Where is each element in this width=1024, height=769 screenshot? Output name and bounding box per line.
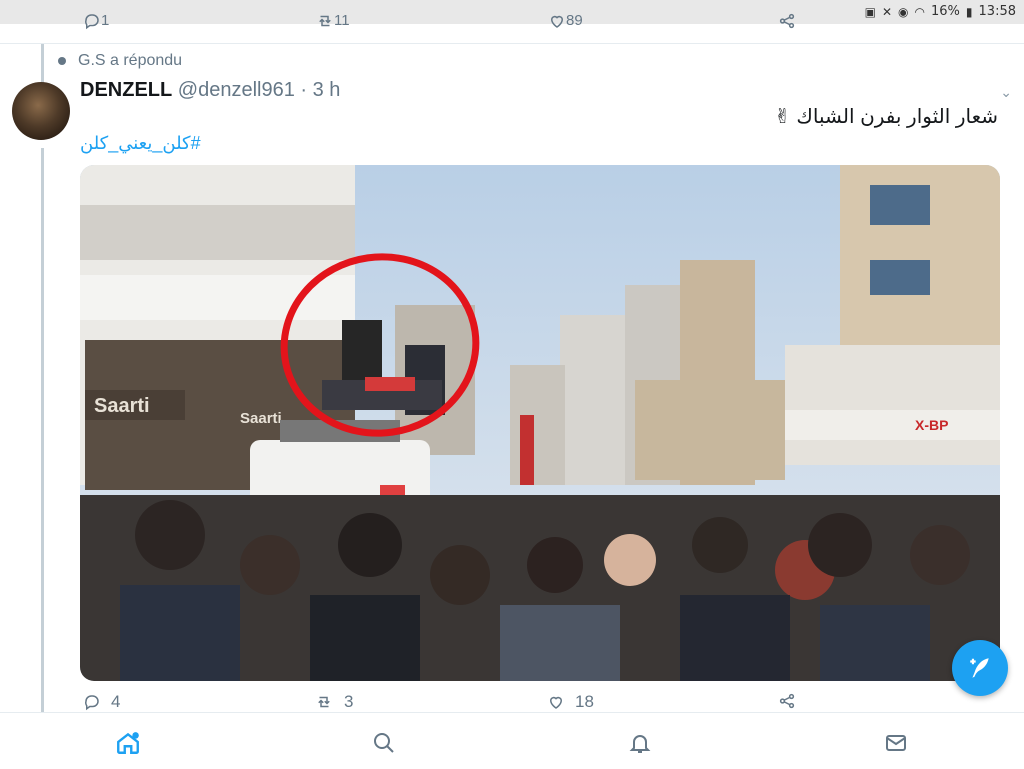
retweet-button[interactable]: 3 [314, 692, 353, 712]
tweet-text: شعار الثوار بفرن الشباك ✌ [774, 106, 998, 128]
prev-like-count: 89 [566, 12, 583, 29]
reply-context-text: G.S a répondu [78, 52, 183, 69]
share-button[interactable] [778, 692, 796, 710]
avatar[interactable] [12, 82, 70, 140]
author-handle[interactable]: @denzell961 [178, 79, 295, 101]
retweet-count: 3 [344, 692, 354, 711]
shop-sign: X-BP [915, 417, 948, 433]
reply-icon [85, 14, 99, 30]
heart-icon [550, 15, 564, 28]
heart-icon [549, 696, 563, 709]
compose-tweet-button[interactable] [952, 640, 1008, 696]
retweet-icon [319, 15, 331, 27]
tweet-photo[interactable]: X-BP Saarti Saarti [80, 165, 1000, 681]
tweet-menu-chevron-down-icon[interactable]: ⌄ [1000, 84, 1012, 101]
thread-line [41, 148, 44, 713]
prev-reply-count: 1 [101, 12, 110, 29]
bottom-nav [0, 712, 1024, 769]
person-icon [58, 57, 66, 65]
shop-sign: Saarti [94, 395, 150, 417]
nav-home[interactable] [114, 729, 142, 757]
nav-notifications[interactable] [626, 729, 654, 757]
prev-retweet-count: 11 [334, 12, 350, 29]
divider [0, 43, 1024, 44]
thread-line [41, 44, 44, 84]
reply-count: 4 [111, 692, 121, 711]
prev-reply-button[interactable]: 1 [83, 12, 109, 34]
protest-scene-image: X-BP Saarti Saarti [80, 165, 1000, 681]
prev-retweet-button[interactable]: 11 [316, 12, 350, 34]
reply-button[interactable]: 4 [83, 692, 120, 712]
previous-tweet-actions: 1 11 89 [0, 12, 1024, 32]
reply-context[interactable]: G.S a répondu [58, 52, 182, 70]
reply-icon [85, 695, 99, 711]
like-count: 18 [575, 692, 594, 711]
nav-search[interactable] [370, 729, 398, 757]
tweet-header: DENZELL @denzell961 · 3 h [80, 79, 340, 102]
author-name[interactable]: DENZELL [80, 79, 172, 101]
like-button[interactable]: 18 [547, 692, 594, 712]
retweet-icon [318, 696, 330, 708]
share-icon [779, 693, 795, 709]
hashtag-link[interactable]: #كلن_يعني_كلن [80, 133, 201, 154]
prev-share-button[interactable] [778, 12, 796, 34]
mail-icon [886, 735, 906, 751]
search-icon [374, 733, 394, 753]
home-icon [117, 732, 139, 754]
nav-messages[interactable] [882, 729, 910, 757]
prev-like-button[interactable]: 89 [548, 12, 583, 34]
bell-icon [629, 735, 651, 753]
share-icon [779, 13, 795, 29]
compose-feather-icon [970, 658, 989, 678]
shop-sign: Saarti [240, 410, 282, 427]
tweet-time: · 3 h [300, 79, 341, 101]
